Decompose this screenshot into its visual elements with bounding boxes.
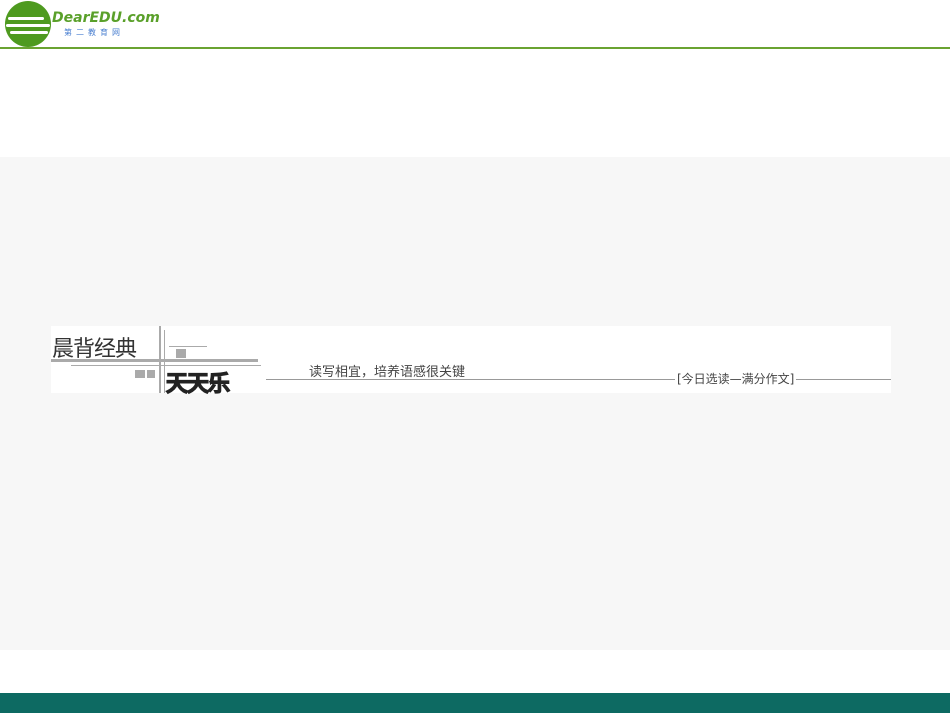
header-divider [0,47,950,49]
section-label: [今日选读—满分作文] [675,370,797,387]
banner-title: 晨背经典 [52,337,137,362]
banner-subtitle-art: 天天乐 [165,371,230,397]
header: DearEDU.com 第二教育网 [0,0,950,47]
slide-area [0,157,950,650]
logo-subtitle: 第二教育网 [64,28,124,37]
banner-tagline: 读写相宜，培养语感很关键 [309,365,466,380]
footer-bar [0,693,950,713]
section-banner: 晨背经典 天天乐 读写相宜，培养语感很关键 [今日选读—满分作文] [51,326,891,398]
logo-text: DearEDU.com [52,10,160,26]
